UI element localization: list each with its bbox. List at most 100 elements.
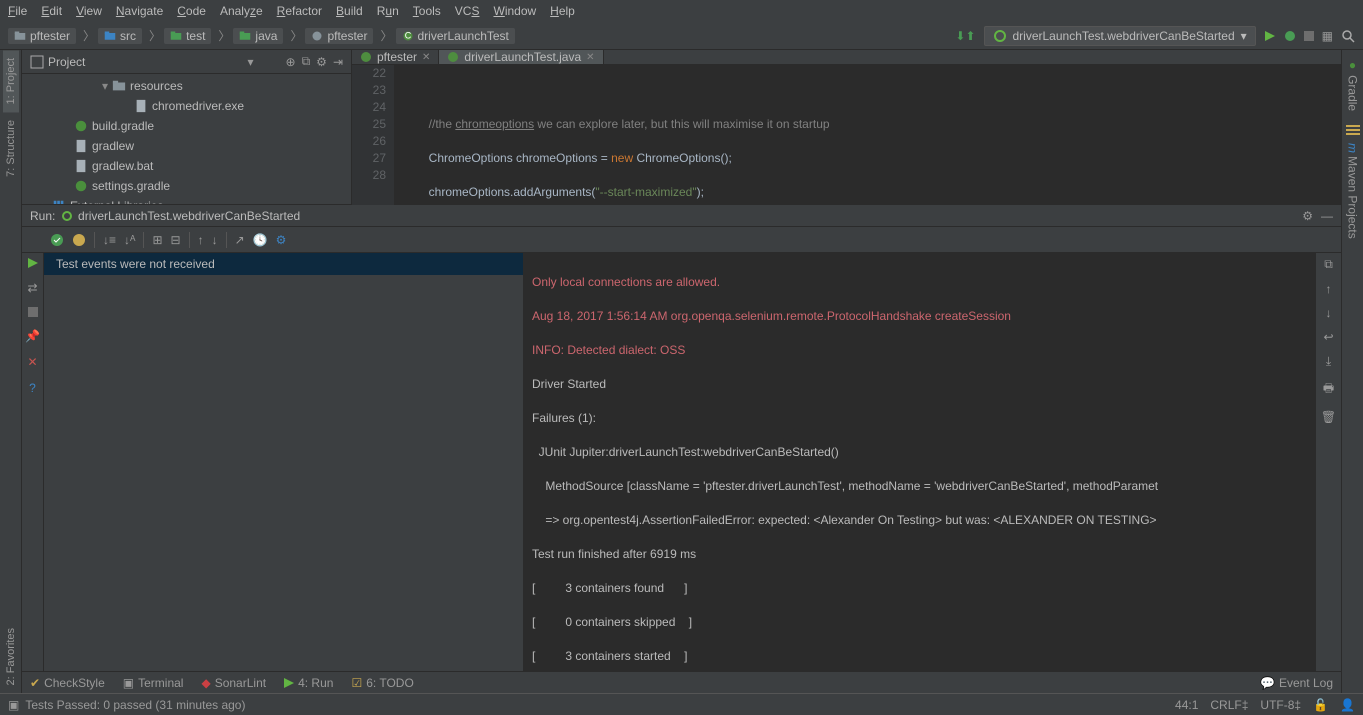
close-icon[interactable]: ✕ bbox=[27, 355, 37, 369]
show-ignored-icon[interactable] bbox=[72, 233, 86, 247]
search-icon[interactable] bbox=[1341, 29, 1355, 43]
target-icon[interactable]: ⊕ bbox=[286, 55, 296, 69]
menu-view[interactable]: View bbox=[76, 4, 102, 18]
expand-icon[interactable]: ▾ bbox=[102, 79, 108, 93]
menu-file[interactable]: File bbox=[8, 4, 27, 18]
menu-edit[interactable]: Edit bbox=[41, 4, 62, 18]
menu-tools[interactable]: Tools bbox=[413, 4, 441, 18]
tree-file-build-gradle[interactable]: build.gradle bbox=[22, 116, 351, 136]
menu-build[interactable]: Build bbox=[336, 4, 363, 18]
tab-structure[interactable]: 7: Structure bbox=[3, 112, 19, 185]
tree-label: settings.gradle bbox=[92, 179, 170, 193]
menu-vcs[interactable]: VCS bbox=[455, 4, 480, 18]
crumb-test[interactable]: test bbox=[164, 28, 211, 44]
run-icon[interactable] bbox=[1264, 30, 1276, 42]
tab-driverlaunchtest[interactable]: driverLaunchTest.java ✕ bbox=[439, 50, 603, 64]
expand-all-icon[interactable]: ⊞ bbox=[152, 233, 162, 247]
menu-code[interactable]: Code bbox=[177, 4, 206, 18]
gear-icon[interactable]: ⚙ bbox=[1302, 209, 1313, 223]
tab-sonarlint[interactable]: ◆SonarLint bbox=[201, 676, 266, 690]
tree-file-gradlew-bat[interactable]: gradlew.bat bbox=[22, 156, 351, 176]
crumb-src[interactable]: src bbox=[98, 28, 142, 44]
show-passed-icon[interactable] bbox=[50, 233, 64, 247]
tab-maven[interactable]: m Maven Projects bbox=[1344, 135, 1362, 247]
menu-navigate[interactable]: Navigate bbox=[116, 4, 163, 18]
crumb-class[interactable]: C driverLaunchTest bbox=[396, 28, 515, 44]
collapse-icon[interactable]: ⧉ bbox=[302, 54, 311, 69]
test-tree-row[interactable]: Test events were not received bbox=[44, 253, 523, 275]
settings-icon[interactable]: ⚙ bbox=[276, 233, 287, 247]
print-icon[interactable]: 🖶 bbox=[1323, 379, 1334, 400]
tree-label: gradlew.bat bbox=[92, 159, 153, 173]
close-icon[interactable]: ✕ bbox=[422, 52, 430, 63]
scroll-icon[interactable]: ⤓ bbox=[1326, 354, 1331, 369]
tab-run[interactable]: 4: Run bbox=[284, 676, 333, 690]
rerun-icon[interactable] bbox=[27, 257, 39, 269]
console-output[interactable]: Only local connections are allowed. Aug … bbox=[524, 253, 1315, 671]
tab-terminal[interactable]: ▣Terminal bbox=[123, 676, 184, 690]
file-encoding[interactable]: UTF-8‡ bbox=[1260, 698, 1301, 712]
menu-run[interactable]: Run bbox=[377, 4, 399, 18]
tab-project[interactable]: 1: Project bbox=[3, 50, 19, 112]
hide-icon[interactable]: ⇥ bbox=[333, 55, 343, 69]
crumb-package[interactable]: pftester bbox=[305, 28, 373, 44]
menu-refactor[interactable]: Refactor bbox=[277, 4, 322, 18]
tree-file-gradlew[interactable]: gradlew bbox=[22, 136, 351, 156]
crumb-java[interactable]: java bbox=[233, 28, 283, 44]
up-icon[interactable]: ↑ bbox=[1326, 282, 1332, 296]
chevron-icon: 〉 bbox=[218, 27, 230, 44]
tree-file-settings-gradle[interactable]: settings.gradle bbox=[22, 176, 351, 196]
tab-gradle[interactable]: ● Gradle bbox=[1344, 50, 1362, 119]
toggle-icon[interactable]: ⇄ bbox=[27, 281, 37, 295]
main-area: 1: Project 7: Structure 2: Favorites Pro… bbox=[0, 50, 1363, 693]
close-icon[interactable]: ✕ bbox=[586, 52, 594, 63]
hide-icon[interactable]: — bbox=[1321, 209, 1333, 223]
down-icon[interactable]: ↓ bbox=[1326, 306, 1332, 320]
prev-icon[interactable]: ↑ bbox=[198, 233, 204, 247]
tab-checkstyle[interactable]: ✔CheckStyle bbox=[30, 676, 105, 690]
collapse-all-icon[interactable]: ⊟ bbox=[171, 233, 181, 247]
next-icon[interactable]: ↓ bbox=[212, 233, 218, 247]
test-tree[interactable]: Test events were not received bbox=[44, 253, 524, 671]
project-tree[interactable]: ▾ resources chromedriver.exe build.gradl… bbox=[22, 74, 351, 204]
compare-icon[interactable]: ⧉ bbox=[1324, 257, 1333, 272]
menu-help[interactable]: Help bbox=[550, 4, 575, 18]
sort-alpha-icon[interactable]: ↓ᴬ bbox=[124, 233, 135, 247]
export-icon[interactable]: ↗ bbox=[235, 233, 245, 247]
history-icon[interactable]: 🕓 bbox=[253, 233, 268, 247]
tab-favorites[interactable]: 2: Favorites bbox=[3, 620, 19, 693]
sort-down-icon[interactable]: ↓≡ bbox=[103, 233, 116, 247]
line-separator[interactable]: CRLF‡ bbox=[1210, 698, 1248, 712]
help-icon[interactable]: ? bbox=[29, 381, 36, 395]
menu-window[interactable]: Window bbox=[493, 4, 536, 18]
menu-analyze[interactable]: Analyze bbox=[220, 4, 263, 18]
pin-icon[interactable]: 📌 bbox=[25, 329, 40, 343]
project-icon bbox=[30, 55, 44, 69]
run-configuration-dropdown[interactable]: driverLaunchTest.webdriverCanBeStarted ▾ bbox=[984, 26, 1256, 46]
gear-icon[interactable]: ⚙ bbox=[316, 55, 327, 69]
chevron-down-icon: ▾ bbox=[1241, 29, 1247, 43]
trash-icon[interactable]: 🗑 bbox=[1321, 410, 1336, 424]
inspection-icon[interactable]: 👤 bbox=[1340, 698, 1355, 712]
lock-icon[interactable]: 🔓 bbox=[1313, 698, 1328, 712]
tool-windows-icon[interactable]: ▣ bbox=[8, 698, 19, 712]
tab-todo[interactable]: ☑6: TODO bbox=[351, 676, 413, 690]
crumb-project[interactable]: pftester bbox=[8, 28, 76, 44]
tree-external-libraries[interactable]: ▸ External Libraries bbox=[22, 196, 351, 204]
tab-pftester[interactable]: pftester ✕ bbox=[352, 50, 439, 64]
chevron-down-icon[interactable]: ▾ bbox=[248, 55, 254, 69]
debug-icon[interactable] bbox=[1284, 30, 1296, 42]
line-number: 23 bbox=[352, 82, 386, 99]
wrap-icon[interactable]: ↩ bbox=[1323, 330, 1333, 344]
tree-folder-resources[interactable]: ▾ resources bbox=[22, 76, 351, 96]
expand-icon[interactable]: ▸ bbox=[42, 199, 48, 204]
stop-icon[interactable] bbox=[28, 307, 38, 317]
tree-label: build.gradle bbox=[92, 119, 154, 133]
build-icon[interactable]: ⬇⬆ bbox=[955, 29, 975, 43]
tree-file-chromedriver[interactable]: chromedriver.exe bbox=[22, 96, 351, 116]
caret-position[interactable]: 44:1 bbox=[1175, 698, 1198, 712]
run-left-toolbar: ⇄ 📌 ✕ ? bbox=[22, 253, 44, 671]
stop-icon[interactable] bbox=[1304, 31, 1314, 41]
tab-event-log[interactable]: 💬Event Log bbox=[1260, 676, 1333, 690]
project-structure-icon[interactable]: ▦ bbox=[1322, 29, 1333, 43]
